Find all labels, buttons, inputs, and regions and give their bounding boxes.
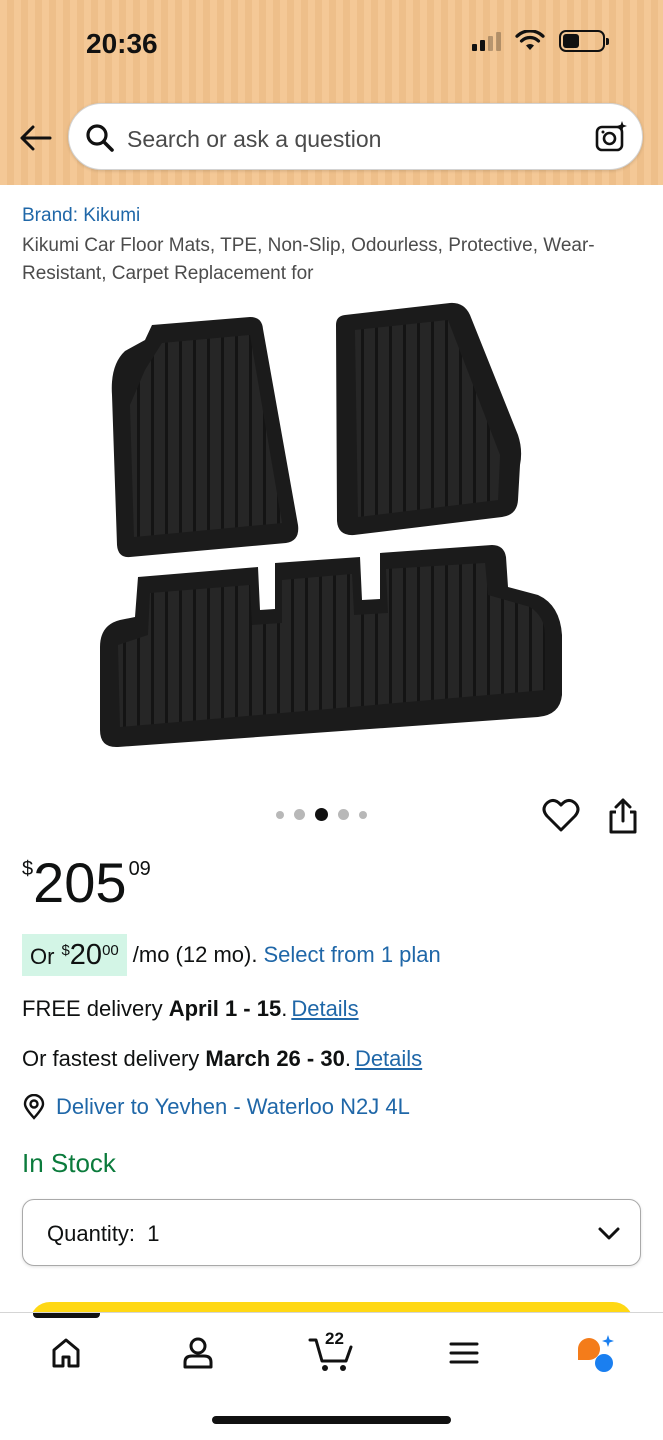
heart-icon[interactable] xyxy=(542,798,580,834)
fastest-delivery-dates: March 26 - 30 xyxy=(205,1046,345,1071)
product-title: Kikumi Car Floor Mats, TPE, Non-Slip, Od… xyxy=(22,235,595,284)
nav-active-indicator xyxy=(33,1313,100,1318)
select-plan-link[interactable]: Select from 1 plan xyxy=(263,942,440,968)
location-pin-icon xyxy=(23,1094,45,1120)
menu-icon[interactable] xyxy=(446,1335,482,1371)
account-icon[interactable] xyxy=(180,1335,216,1371)
quantity-value: 1 xyxy=(147,1221,160,1246)
brand-link[interactable]: Brand: Kikumi xyxy=(22,205,140,227)
installment-prefix: Or xyxy=(30,944,55,969)
cart-count-badge: 22 xyxy=(325,1329,344,1348)
free-delivery-info: FREE delivery April 1 - 15. Details xyxy=(22,996,359,1021)
camera-lens-icon[interactable] xyxy=(594,120,628,154)
installment-fraction: 00 xyxy=(102,942,119,959)
installment-offer: Or $ 20 00 /mo (12 mo). Select from 1 pl… xyxy=(22,934,441,976)
search-input[interactable]: Search or ask a question xyxy=(68,103,643,170)
installment-currency: $ xyxy=(61,942,70,959)
carousel-dot[interactable] xyxy=(338,809,349,820)
rufus-assistant-icon[interactable] xyxy=(574,1335,618,1375)
stock-status: In Stock xyxy=(22,1148,116,1178)
status-icons xyxy=(472,30,609,52)
carousel-dot[interactable] xyxy=(294,809,305,820)
header: 20:36 Search or ask a question xyxy=(0,0,663,185)
installment-price: Or $ 20 00 xyxy=(22,934,127,976)
back-arrow-icon[interactable] xyxy=(16,118,56,158)
quantity-label: Quantity: 1 xyxy=(47,1221,160,1246)
installment-whole: 20 xyxy=(69,939,103,971)
product-price: $ 205 09 xyxy=(22,852,151,914)
home-icon[interactable] xyxy=(48,1335,84,1371)
price-whole: 205 xyxy=(33,851,127,914)
search-icon xyxy=(86,124,114,152)
free-delivery-label: FREE delivery xyxy=(22,996,163,1021)
price-currency: $ xyxy=(22,858,34,880)
cellular-signal-icon xyxy=(472,31,501,51)
chevron-down-icon xyxy=(598,1227,620,1240)
search-placeholder: Search or ask a question xyxy=(127,126,382,152)
free-delivery-details-link[interactable]: Details xyxy=(291,996,358,1021)
home-indicator-bar xyxy=(212,1416,451,1424)
deliver-to-text[interactable]: Deliver to Yevhen - Waterloo N2J 4L xyxy=(56,1094,410,1120)
quantity-select[interactable]: Quantity: 1 xyxy=(22,1199,641,1266)
installment-term: /mo (12 mo). xyxy=(132,942,258,967)
free-delivery-dates: April 1 - 15 xyxy=(168,996,282,1021)
battery-icon xyxy=(559,30,609,52)
deliver-to-location[interactable]: Deliver to Yevhen - Waterloo N2J 4L xyxy=(22,1094,410,1120)
image-carousel-dots[interactable] xyxy=(276,808,367,821)
carousel-dot-active[interactable] xyxy=(315,808,328,821)
carousel-dot[interactable] xyxy=(359,810,367,819)
carousel-dot[interactable] xyxy=(276,810,284,819)
fastest-delivery-info: Or fastest delivery March 26 - 30. Detail… xyxy=(22,1046,423,1071)
price-fraction: 09 xyxy=(128,858,151,880)
share-icon[interactable] xyxy=(606,796,640,836)
status-time: 20:36 xyxy=(86,28,158,59)
product-image[interactable] xyxy=(90,295,575,760)
fastest-delivery-details-link[interactable]: Details xyxy=(355,1046,422,1071)
fastest-delivery-label: Or fastest delivery xyxy=(22,1046,200,1071)
wifi-icon xyxy=(515,30,545,50)
